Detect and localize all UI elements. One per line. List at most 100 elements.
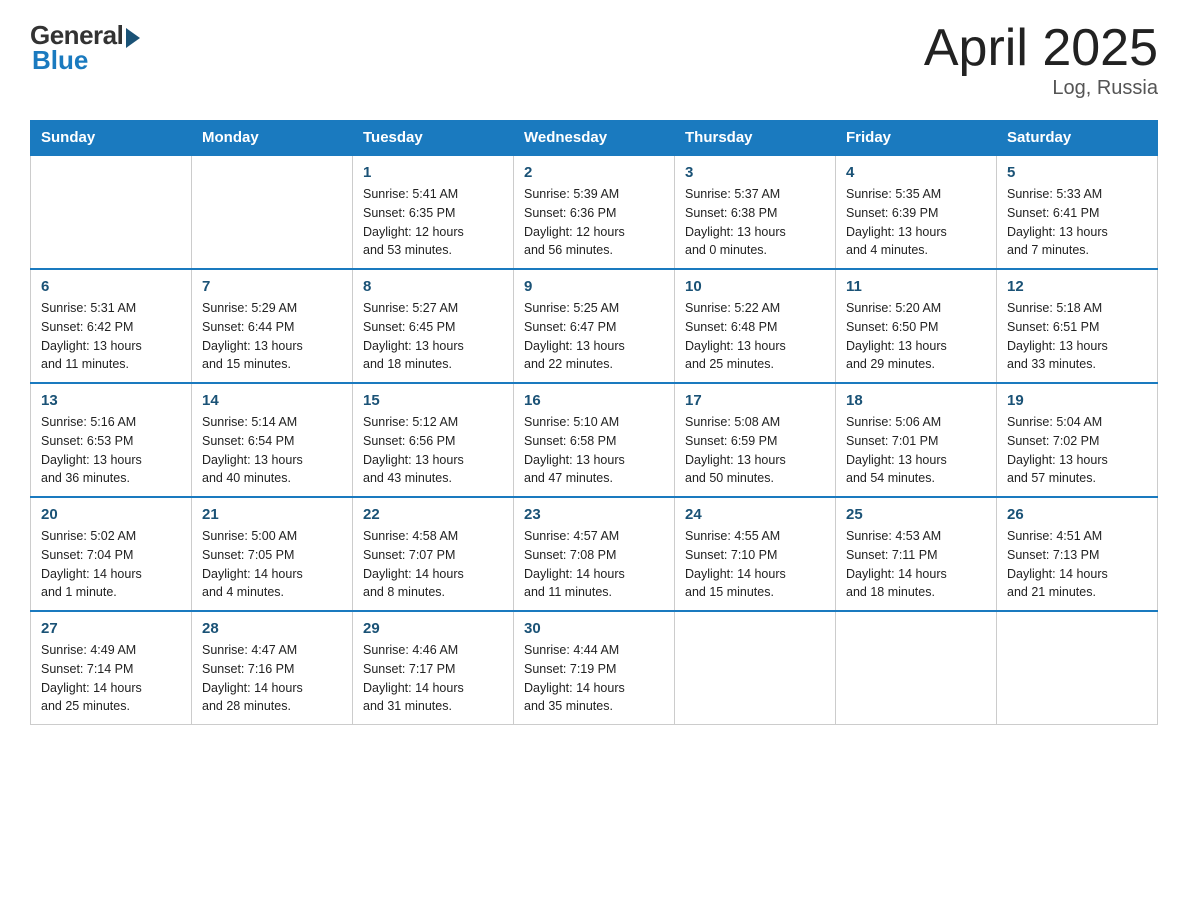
day-info: Sunrise: 5:00 AM Sunset: 7:05 PM Dayligh… bbox=[202, 527, 342, 602]
day-number: 25 bbox=[846, 506, 986, 523]
table-row: 16 Sunrise: 5:10 AM Sunset: 6:58 PM Dayli… bbox=[514, 383, 675, 497]
day-number: 2 bbox=[524, 164, 664, 181]
day-info: Sunrise: 4:55 AM Sunset: 7:10 PM Dayligh… bbox=[685, 527, 825, 602]
header-friday: Friday bbox=[836, 121, 997, 156]
day-info: Sunrise: 5:37 AM Sunset: 6:38 PM Dayligh… bbox=[685, 185, 825, 260]
table-row: 12Sunrise: 5:18 AM Sunset: 6:51 PM Dayli… bbox=[997, 269, 1158, 383]
day-number: 24 bbox=[685, 506, 825, 523]
table-row: 14 Sunrise: 5:14 AM Sunset: 6:54 PM Dayli… bbox=[192, 383, 353, 497]
calendar-title: April 2025 bbox=[924, 20, 1158, 77]
table-row: 17 Sunrise: 5:08 AM Sunset: 6:59 PM Dayli… bbox=[675, 383, 836, 497]
table-row: 10 Sunrise: 5:22 AM Sunset: 6:48 PM Dayli… bbox=[675, 269, 836, 383]
table-row: 28Sunrise: 4:47 AM Sunset: 7:16 PM Dayli… bbox=[192, 611, 353, 725]
table-row: 26 Sunrise: 4:51 AM Sunset: 7:13 PM Dayli… bbox=[997, 497, 1158, 611]
table-row bbox=[31, 155, 192, 269]
table-row: 6 Sunrise: 5:31 AM Sunset: 6:42 PM Daylig… bbox=[31, 269, 192, 383]
title-block: April 2025 Log, Russia bbox=[924, 20, 1158, 100]
table-row: 2 Sunrise: 5:39 AM Sunset: 6:36 PM Daylig… bbox=[514, 155, 675, 269]
table-row: 21Sunrise: 5:00 AM Sunset: 7:05 PM Dayli… bbox=[192, 497, 353, 611]
day-info: Sunrise: 5:39 AM Sunset: 6:36 PM Dayligh… bbox=[524, 185, 664, 260]
day-number: 29 bbox=[363, 620, 503, 637]
table-row: 3Sunrise: 5:37 AM Sunset: 6:38 PM Daylig… bbox=[675, 155, 836, 269]
logo-arrow-icon bbox=[126, 28, 140, 48]
day-number: 22 bbox=[363, 506, 503, 523]
day-info: Sunrise: 5:14 AM Sunset: 6:54 PM Dayligh… bbox=[202, 413, 342, 488]
table-row: 25 Sunrise: 4:53 AM Sunset: 7:11 PM Dayli… bbox=[836, 497, 997, 611]
day-number: 20 bbox=[41, 506, 181, 523]
calendar-location: Log, Russia bbox=[924, 77, 1158, 100]
logo: General Blue bbox=[30, 20, 140, 76]
day-info: Sunrise: 5:10 AM Sunset: 6:58 PM Dayligh… bbox=[524, 413, 664, 488]
table-row: 22 Sunrise: 4:58 AM Sunset: 7:07 PM Dayli… bbox=[353, 497, 514, 611]
day-info: Sunrise: 5:35 AM Sunset: 6:39 PM Dayligh… bbox=[846, 185, 986, 260]
day-number: 7 bbox=[202, 278, 342, 295]
table-row: 19Sunrise: 5:04 AM Sunset: 7:02 PM Dayli… bbox=[997, 383, 1158, 497]
day-number: 9 bbox=[524, 278, 664, 295]
table-row: 24 Sunrise: 4:55 AM Sunset: 7:10 PM Dayli… bbox=[675, 497, 836, 611]
table-row bbox=[836, 611, 997, 725]
day-info: Sunrise: 5:08 AM Sunset: 6:59 PM Dayligh… bbox=[685, 413, 825, 488]
header-monday: Monday bbox=[192, 121, 353, 156]
table-row: 5 Sunrise: 5:33 AM Sunset: 6:41 PM Daylig… bbox=[997, 155, 1158, 269]
table-row: 9 Sunrise: 5:25 AM Sunset: 6:47 PM Daylig… bbox=[514, 269, 675, 383]
day-info: Sunrise: 5:12 AM Sunset: 6:56 PM Dayligh… bbox=[363, 413, 503, 488]
day-number: 23 bbox=[524, 506, 664, 523]
day-number: 18 bbox=[846, 392, 986, 409]
day-info: Sunrise: 4:44 AM Sunset: 7:19 PM Dayligh… bbox=[524, 641, 664, 716]
day-number: 6 bbox=[41, 278, 181, 295]
table-row: 7 Sunrise: 5:29 AM Sunset: 6:44 PM Daylig… bbox=[192, 269, 353, 383]
day-number: 5 bbox=[1007, 164, 1147, 181]
table-row bbox=[997, 611, 1158, 725]
day-number: 4 bbox=[846, 164, 986, 181]
day-info: Sunrise: 5:33 AM Sunset: 6:41 PM Dayligh… bbox=[1007, 185, 1147, 260]
page-header: General Blue April 2025 Log, Russia bbox=[30, 20, 1158, 100]
header-tuesday: Tuesday bbox=[353, 121, 514, 156]
day-info: Sunrise: 5:06 AM Sunset: 7:01 PM Dayligh… bbox=[846, 413, 986, 488]
day-info: Sunrise: 5:25 AM Sunset: 6:47 PM Dayligh… bbox=[524, 299, 664, 374]
day-info: Sunrise: 5:16 AM Sunset: 6:53 PM Dayligh… bbox=[41, 413, 181, 488]
day-number: 26 bbox=[1007, 506, 1147, 523]
day-info: Sunrise: 5:29 AM Sunset: 6:44 PM Dayligh… bbox=[202, 299, 342, 374]
table-row: 1Sunrise: 5:41 AM Sunset: 6:35 PM Daylig… bbox=[353, 155, 514, 269]
day-info: Sunrise: 5:22 AM Sunset: 6:48 PM Dayligh… bbox=[685, 299, 825, 374]
day-info: Sunrise: 4:49 AM Sunset: 7:14 PM Dayligh… bbox=[41, 641, 181, 716]
day-number: 12 bbox=[1007, 278, 1147, 295]
calendar-table: Sunday Monday Tuesday Wednesday Thursday… bbox=[30, 120, 1158, 725]
table-row: 30 Sunrise: 4:44 AM Sunset: 7:19 PM Dayli… bbox=[514, 611, 675, 725]
table-row: 18 Sunrise: 5:06 AM Sunset: 7:01 PM Dayli… bbox=[836, 383, 997, 497]
day-number: 14 bbox=[202, 392, 342, 409]
table-row bbox=[675, 611, 836, 725]
table-row: 4 Sunrise: 5:35 AM Sunset: 6:39 PM Daylig… bbox=[836, 155, 997, 269]
day-info: Sunrise: 4:47 AM Sunset: 7:16 PM Dayligh… bbox=[202, 641, 342, 716]
day-number: 16 bbox=[524, 392, 664, 409]
day-number: 8 bbox=[363, 278, 503, 295]
table-row: 8 Sunrise: 5:27 AM Sunset: 6:45 PM Daylig… bbox=[353, 269, 514, 383]
header-wednesday: Wednesday bbox=[514, 121, 675, 156]
day-number: 1 bbox=[363, 164, 503, 181]
header-saturday: Saturday bbox=[997, 121, 1158, 156]
day-info: Sunrise: 4:51 AM Sunset: 7:13 PM Dayligh… bbox=[1007, 527, 1147, 602]
table-row: 23 Sunrise: 4:57 AM Sunset: 7:08 PM Dayli… bbox=[514, 497, 675, 611]
day-number: 17 bbox=[685, 392, 825, 409]
day-info: Sunrise: 5:20 AM Sunset: 6:50 PM Dayligh… bbox=[846, 299, 986, 374]
day-info: Sunrise: 5:27 AM Sunset: 6:45 PM Dayligh… bbox=[363, 299, 503, 374]
day-info: Sunrise: 5:04 AM Sunset: 7:02 PM Dayligh… bbox=[1007, 413, 1147, 488]
day-number: 13 bbox=[41, 392, 181, 409]
table-row: 20Sunrise: 5:02 AM Sunset: 7:04 PM Dayli… bbox=[31, 497, 192, 611]
day-info: Sunrise: 4:46 AM Sunset: 7:17 PM Dayligh… bbox=[363, 641, 503, 716]
day-number: 15 bbox=[363, 392, 503, 409]
day-info: Sunrise: 4:57 AM Sunset: 7:08 PM Dayligh… bbox=[524, 527, 664, 602]
day-info: Sunrise: 4:58 AM Sunset: 7:07 PM Dayligh… bbox=[363, 527, 503, 602]
day-number: 30 bbox=[524, 620, 664, 637]
day-number: 27 bbox=[41, 620, 181, 637]
table-row: 27 Sunrise: 4:49 AM Sunset: 7:14 PM Dayli… bbox=[31, 611, 192, 725]
logo-blue-text: Blue bbox=[32, 45, 88, 76]
day-number: 10 bbox=[685, 278, 825, 295]
table-row: 11 Sunrise: 5:20 AM Sunset: 6:50 PM Dayli… bbox=[836, 269, 997, 383]
day-info: Sunrise: 4:53 AM Sunset: 7:11 PM Dayligh… bbox=[846, 527, 986, 602]
table-row: 15 Sunrise: 5:12 AM Sunset: 6:56 PM Dayli… bbox=[353, 383, 514, 497]
header-sunday: Sunday bbox=[31, 121, 192, 156]
day-info: Sunrise: 5:31 AM Sunset: 6:42 PM Dayligh… bbox=[41, 299, 181, 374]
table-row bbox=[192, 155, 353, 269]
day-number: 11 bbox=[846, 278, 986, 295]
